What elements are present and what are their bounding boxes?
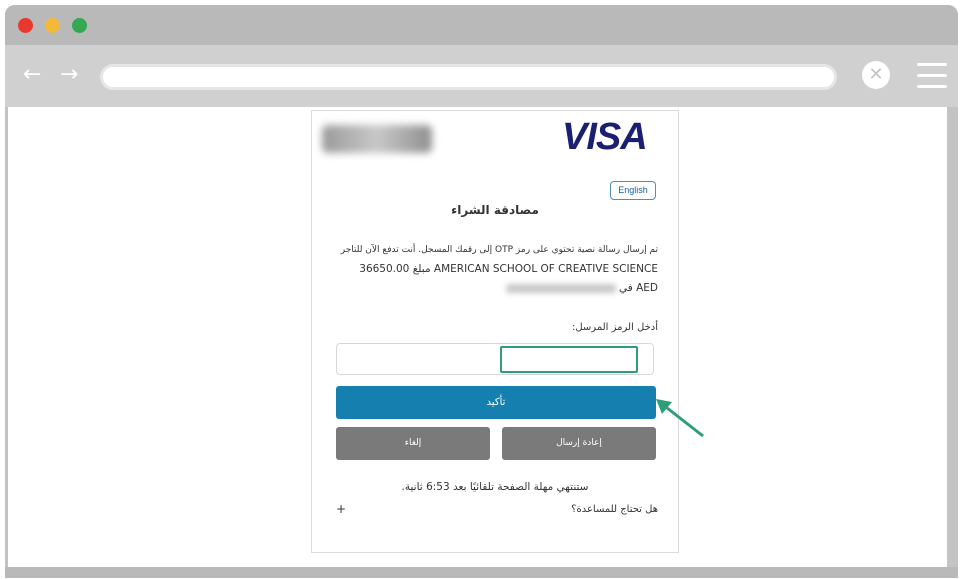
session-timer: ستنتهي مهلة الصفحة تلقائيًا بعد 6:53 ثان… <box>401 481 589 493</box>
close-window-dot[interactable] <box>18 18 33 33</box>
resend-button[interactable]: إعادة إرسال <box>502 427 656 460</box>
help-expand-icon[interactable]: + <box>336 502 346 516</box>
close-icon[interactable]: ✕ <box>862 61 890 89</box>
message-line-2: AMERICAN SCHOOL OF CREATIVE SCIENCE مبلغ… <box>359 263 658 275</box>
address-bar[interactable] <box>100 64 837 90</box>
blurred-date <box>505 283 616 293</box>
bottom-strip <box>5 567 958 578</box>
otp-input-highlight <box>500 346 638 373</box>
back-arrow-icon[interactable]: ← <box>23 64 41 86</box>
cancel-button[interactable]: إلغاء <box>336 427 490 460</box>
pointer-arrow-icon <box>656 399 704 438</box>
minimize-window-dot[interactable] <box>45 18 60 33</box>
message-line-3: AED في <box>332 279 658 298</box>
forward-arrow-icon[interactable]: → <box>60 64 78 86</box>
title-bar <box>5 5 958 45</box>
otp-message: تم إرسال رسالة نصية تحتوي على رمز OTP إل… <box>332 241 658 298</box>
confirm-button[interactable]: تأكيد <box>336 386 656 419</box>
help-link[interactable]: هل تحتاج للمساعدة؟ <box>332 504 658 515</box>
browser-toolbar: ← → ✕ <box>5 45 958 107</box>
browser-window: ← → ✕ VISA English مصادقة الشراء تم إرسا… <box>5 5 958 578</box>
3ds-auth-card: VISA English مصادقة الشراء تم إرسال رسال… <box>311 110 679 553</box>
maximize-window-dot[interactable] <box>72 18 87 33</box>
bank-logo <box>322 125 432 153</box>
visa-logo: VISA <box>562 116 648 158</box>
page-title: مصادقة الشراء <box>451 203 539 217</box>
enter-code-label: أدخل الرمز المرسل: <box>571 322 658 333</box>
language-toggle-button[interactable]: English <box>610 181 656 200</box>
menu-icon[interactable] <box>917 63 947 96</box>
message-line-1: تم إرسال رسالة نصية تحتوي على رمز OTP إل… <box>340 245 658 255</box>
page-viewport: VISA English مصادقة الشراء تم إرسال رسال… <box>8 107 947 567</box>
